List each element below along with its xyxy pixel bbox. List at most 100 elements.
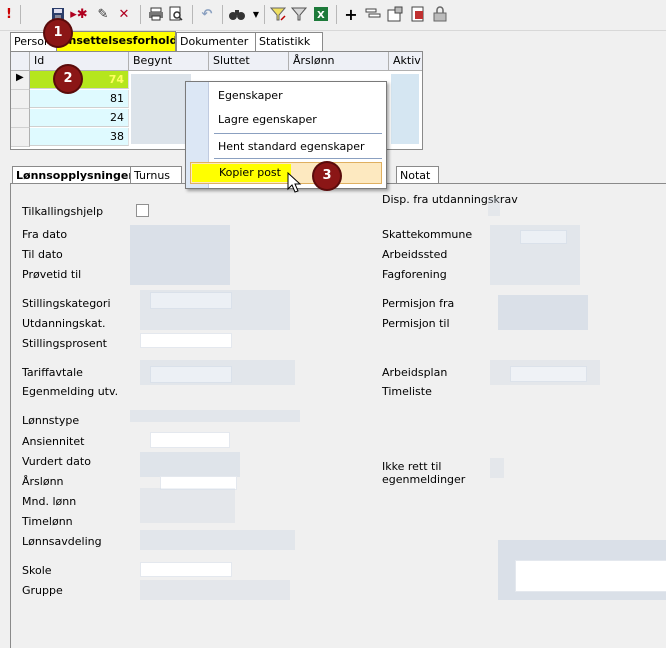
obscured-data	[490, 360, 600, 385]
svg-text:X: X	[317, 10, 325, 21]
label-provetid-til: Prøvetid til	[22, 268, 82, 281]
print-icon[interactable]	[147, 5, 165, 23]
menu-separator	[214, 158, 382, 159]
new-record-icon[interactable]: ▸✱	[70, 5, 88, 23]
toolbar: ! ▸✱ ✎ ✕ ↶ ▼ X +	[0, 0, 666, 31]
properties-icon[interactable]	[386, 5, 404, 23]
obscured-data	[490, 225, 580, 285]
menu-item-lagre-egenskaper[interactable]: Lagre egenskaper	[218, 113, 317, 126]
label-fra-dato: Fra dato	[22, 228, 68, 241]
notes-field[interactable]	[515, 560, 666, 592]
label-fagforening: Fagforening	[382, 268, 447, 281]
label-permisjon-til: Permisjon til	[382, 317, 450, 330]
undo-icon[interactable]: ↶	[198, 5, 216, 23]
tab-ansettelsesforhold[interactable]: Ansettelsesforhold	[56, 31, 176, 51]
find-icon[interactable]	[228, 5, 246, 23]
label-timeliste: Timeliste	[382, 385, 432, 398]
column-header-aktiv[interactable]: Aktiv	[389, 52, 422, 71]
add-icon[interactable]: +	[342, 5, 360, 24]
label-vurdert-dato: Vurdert dato	[22, 455, 91, 468]
tab-dokumenter[interactable]: Dokumenter	[176, 32, 258, 51]
column-header-id[interactable]: Id	[30, 52, 129, 71]
label-ansiennitet: Ansiennitet	[22, 435, 85, 448]
toolbar-separator	[20, 5, 21, 24]
context-menu: Egenskaper Lagre egenskaper Hent standar…	[185, 81, 387, 189]
table-row-id[interactable]: 24	[30, 109, 129, 127]
menu-item-hent-standard-egenskaper[interactable]: Hent standard egenskaper	[218, 140, 365, 153]
column-header-arslonn[interactable]: Årslønn	[289, 52, 389, 71]
print-preview-icon[interactable]	[167, 5, 185, 23]
label-lonnsavdeling: Lønnsavdeling	[22, 535, 102, 548]
label-arbeidssted: Arbeidssted	[382, 248, 448, 261]
grid-corner	[11, 52, 30, 71]
obscured-data	[140, 488, 235, 523]
obscured-data	[140, 290, 290, 330]
tilkallingshjelp-checkbox[interactable]	[136, 204, 149, 217]
menu-item-kopier-post-label: Kopier post	[219, 166, 281, 179]
report-icon[interactable]	[409, 5, 427, 23]
menu-separator	[214, 133, 382, 134]
obscured-data	[140, 580, 290, 600]
label-stillingsprosent: Stillingsprosent	[22, 337, 107, 350]
table-row-id[interactable]: 81	[30, 90, 129, 108]
label-stillingskategori: Stillingskategori	[22, 297, 111, 310]
lock-icon[interactable]	[431, 5, 449, 23]
label-skattekommune: Skattekommune	[382, 228, 473, 241]
obscured-date-fields[interactable]	[130, 225, 230, 285]
ansiennitet-field[interactable]	[150, 432, 230, 448]
tab-notat[interactable]: Notat	[396, 166, 439, 184]
label-skole: Skole	[22, 564, 52, 577]
label-ikke-rett-til-egenmeldinger: Ikke rett til egenmeldinger	[382, 460, 466, 486]
table-row-id[interactable]: 38	[30, 128, 129, 146]
menu-item-egenskaper[interactable]: Egenskaper	[218, 89, 283, 102]
obscured-data	[131, 74, 191, 144]
obscured-data	[140, 360, 295, 385]
exclamation-icon[interactable]: !	[0, 5, 18, 23]
delete-icon[interactable]: ✕	[115, 5, 133, 23]
layout-icon[interactable]	[364, 5, 382, 23]
row-selector[interactable]	[11, 128, 30, 147]
obscured-data	[130, 410, 300, 422]
obscured-permisjon-fields[interactable]	[498, 295, 588, 330]
filter-icon[interactable]	[290, 5, 308, 23]
label-tilkallingshjelp: Tilkallingshjelp	[22, 205, 104, 218]
label-til-dato: Til dato	[22, 248, 63, 261]
step-badge-3: 3	[314, 163, 340, 189]
tab-turnus[interactable]: Turnus	[130, 166, 182, 184]
column-header-begynt[interactable]: Begynt	[129, 52, 209, 71]
edit-icon[interactable]: ✎	[94, 5, 112, 23]
label-tariffavtale: Tariffavtale	[22, 366, 83, 379]
excel-icon[interactable]: X	[312, 5, 330, 23]
label-gruppe: Gruppe	[22, 584, 63, 597]
obscured-data	[391, 74, 419, 144]
obscured-data	[140, 452, 240, 477]
label-lonnstype: Lønnstype	[22, 414, 80, 427]
label-utdanningskat: Utdanningskat.	[22, 317, 106, 330]
label-mnd-lonn: Mnd. lønn	[22, 495, 77, 508]
label-arbeidsplan: Arbeidsplan	[382, 366, 448, 379]
column-header-sluttet[interactable]: Sluttet	[209, 52, 289, 71]
tab-statistikk[interactable]: Statistikk	[255, 32, 323, 51]
tab-lonnsopplysninger[interactable]: Lønnsopplysninger	[12, 166, 134, 184]
row-selector[interactable]: ▶	[11, 71, 30, 90]
toolbar-separator	[140, 5, 141, 24]
label-timelonn: Timelønn	[22, 515, 73, 528]
row-selector[interactable]	[11, 109, 30, 128]
stillingsprosent-field[interactable]	[140, 333, 232, 348]
dropdown-arrow-icon[interactable]: ▼	[247, 5, 265, 23]
toolbar-separator	[222, 5, 223, 24]
toolbar-separator	[192, 5, 193, 24]
step-badge-1: 1	[45, 20, 71, 46]
menu-item-kopier-post[interactable]: Kopier post	[190, 162, 382, 184]
row-selector[interactable]	[11, 90, 30, 109]
obscured-data	[490, 458, 504, 478]
skole-field[interactable]	[140, 562, 232, 577]
toolbar-separator	[336, 5, 337, 24]
obscured-data	[488, 198, 500, 216]
row-pointer-icon: ▶	[16, 72, 24, 83]
label-permisjon-fra: Permisjon fra	[382, 297, 455, 310]
toolbar-separator	[264, 5, 265, 24]
step-badge-2: 2	[55, 66, 81, 92]
obscured-data	[140, 530, 295, 550]
filter-edit-icon[interactable]	[269, 5, 287, 23]
